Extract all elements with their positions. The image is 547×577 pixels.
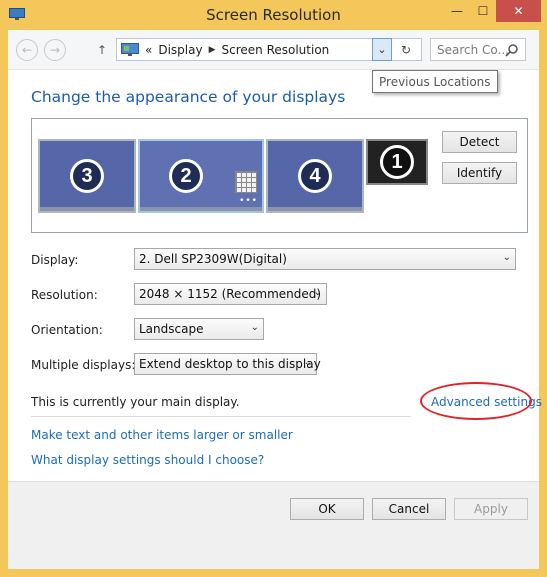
monitor-1[interactable]: 1 — [366, 139, 428, 185]
monitor-3[interactable]: 3 — [38, 139, 136, 213]
orientation-select[interactable]: Landscape ⌄ — [134, 318, 264, 340]
resolution-label: Resolution: — [31, 288, 98, 302]
apply-button[interactable]: Apply — [454, 498, 528, 520]
window-frame: Screen Resolution — ☐ ✕ ← → ↑ « Display … — [0, 0, 547, 577]
multiple-displays-select[interactable]: Extend desktop to this display ⌄ — [134, 353, 321, 375]
multiple-displays-value: Extend desktop to this display — [139, 357, 321, 371]
monitor-arrangement[interactable]: 3 2 ••• 4 1 Detect Identify — [31, 118, 528, 233]
orientation-label: Orientation: — [31, 323, 103, 337]
red-annotation-circle — [420, 382, 532, 420]
chevron-down-icon: ⌄ — [313, 287, 322, 298]
control-panel-icon — [121, 42, 139, 56]
taskbar — [140, 207, 262, 211]
resolution-value: 2048 × 1152 (Recommended) — [139, 287, 322, 301]
resolution-select[interactable]: 2048 × 1152 (Recommended) ⌄ — [134, 283, 327, 305]
display-value: 2. Dell SP2309W(Digital) — [139, 252, 287, 266]
identify-button[interactable]: Identify — [442, 162, 517, 184]
monitor-number: 1 — [380, 145, 414, 179]
more-dots: ••• — [239, 196, 258, 206]
monitor-number: 3 — [70, 159, 104, 193]
client-area: ← → ↑ « Display ▶ Screen Resolution ⌄ ↻ … — [8, 30, 542, 569]
forward-button[interactable]: → — [44, 39, 66, 61]
display-label: Display: — [31, 253, 79, 267]
taskbar — [268, 207, 362, 211]
breadcrumb-screen-resolution[interactable]: Screen Resolution — [222, 43, 330, 57]
monitor-number: 2 — [169, 159, 203, 193]
search-input[interactable]: Search Co... — [430, 38, 526, 61]
ok-button[interactable]: OK — [290, 498, 364, 520]
monitor-4[interactable]: 4 — [266, 139, 364, 213]
start-screen-icon — [235, 171, 257, 193]
back-button[interactable]: ← — [16, 39, 38, 61]
display-select[interactable]: 2. Dell SP2309W(Digital) ⌄ — [134, 248, 516, 270]
breadcrumb-prefix[interactable]: « — [145, 43, 152, 57]
text-size-link[interactable]: Make text and other items larger or smal… — [31, 428, 293, 442]
display-help-link[interactable]: What display settings should I choose? — [31, 453, 264, 467]
multiple-displays-label: Multiple displays: — [31, 358, 136, 372]
detect-button[interactable]: Detect — [442, 131, 517, 153]
close-button[interactable]: ✕ — [496, 0, 541, 22]
search-placeholder: Search Co... — [437, 42, 509, 57]
main-display-text: This is currently your main display. — [31, 395, 240, 409]
search-icon — [505, 44, 518, 57]
chevron-down-icon: ⌄ — [250, 322, 259, 333]
monitor-2[interactable]: 2 ••• — [138, 139, 264, 213]
orientation-value: Landscape — [139, 322, 204, 336]
refresh-button[interactable]: ↻ — [394, 38, 418, 61]
button-footer: OK Cancel Apply — [8, 481, 539, 569]
breadcrumb-separator-icon[interactable]: ▶ — [209, 45, 216, 55]
breadcrumb-display[interactable]: Display — [158, 43, 202, 57]
taskbar — [40, 207, 134, 211]
title-bar[interactable]: Screen Resolution — ☐ ✕ — [0, 0, 547, 30]
chevron-down-icon: ⌄ — [303, 357, 312, 368]
previous-locations-button[interactable]: ⌄ — [372, 38, 392, 61]
minimize-button[interactable]: — — [444, 0, 470, 22]
up-button[interactable]: ↑ — [94, 40, 110, 60]
cancel-button[interactable]: Cancel — [372, 498, 446, 520]
chevron-down-icon: ⌄ — [502, 252, 511, 263]
divider — [31, 416, 411, 417]
monitor-number: 4 — [298, 159, 332, 193]
maximize-button[interactable]: ☐ — [470, 0, 496, 22]
navigation-bar: ← → ↑ « Display ▶ Screen Resolution ⌄ ↻ … — [8, 30, 539, 70]
page-title: Change the appearance of your displays — [31, 88, 346, 106]
previous-locations-tooltip: Previous Locations — [372, 70, 498, 93]
